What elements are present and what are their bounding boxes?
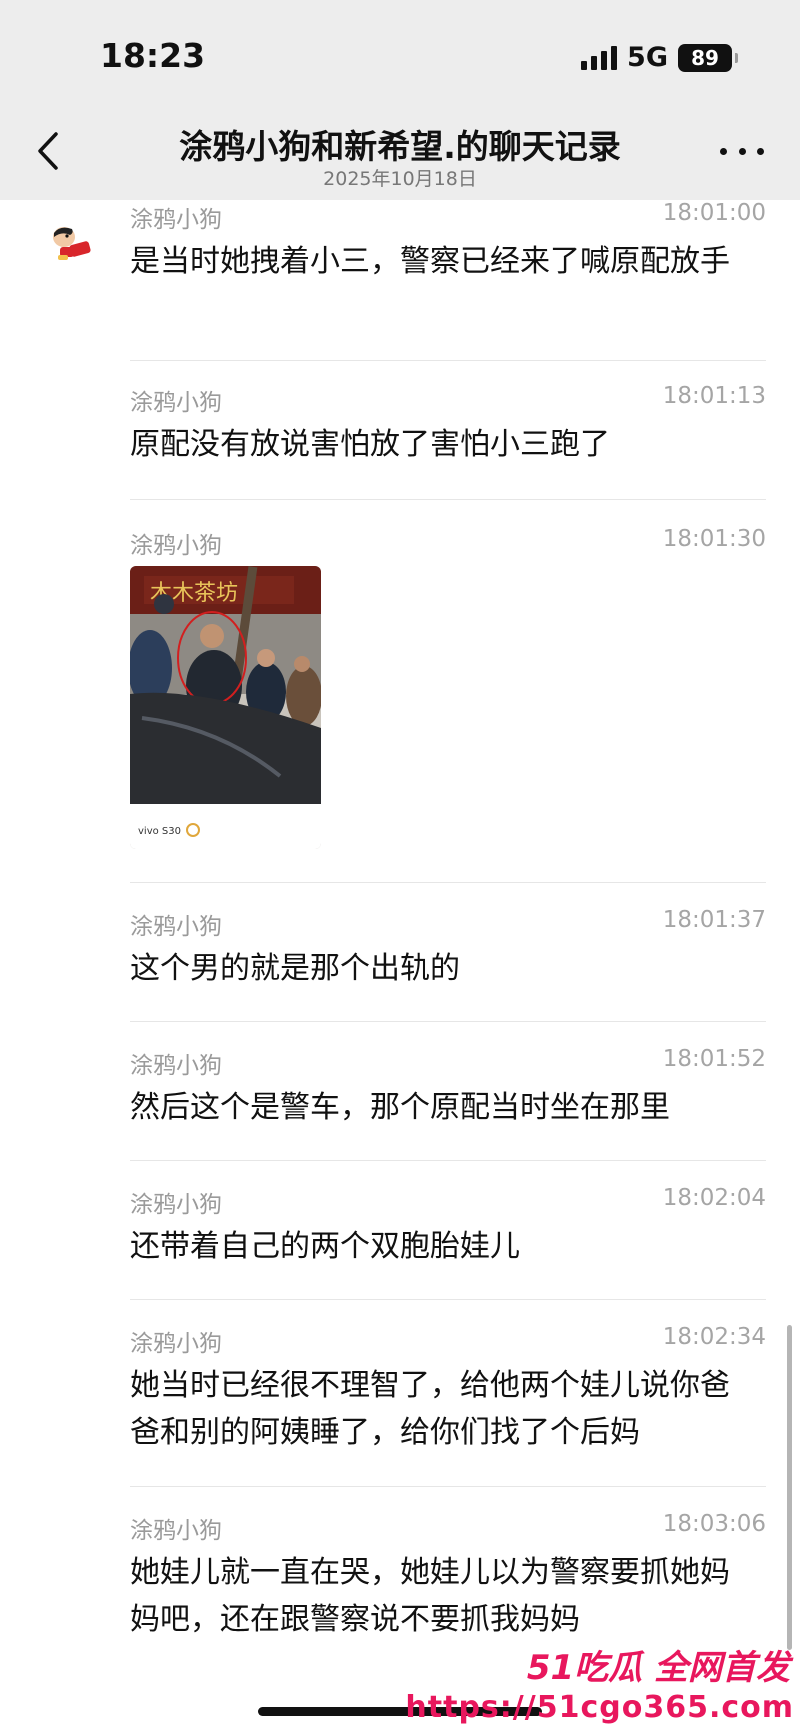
message-item[interactable]: 涂鸦小狗 18:01:00 是当时她拽着小三，警察已经来了喊原配放手 [130, 200, 766, 361]
network-label: 5G [627, 42, 668, 73]
signal-icon [581, 45, 618, 70]
message-sender: 涂鸦小狗 [130, 533, 222, 559]
message-sender: 涂鸦小狗 [130, 207, 222, 233]
page-title: 涂鸦小狗和新希望.的聊天记录 [179, 127, 621, 166]
message-text: 然后这个是警车，那个原配当时坐在那里 [130, 1090, 670, 1125]
page-date: 2025年10月18日 [323, 168, 477, 190]
message-time: 18:01:30 [662, 526, 766, 552]
back-button[interactable] [28, 126, 68, 176]
message-text: 她娃儿就一直在哭，她娃儿以为警察要抓她妈妈吧，还在跟警察说不要抓我妈妈 [130, 1555, 730, 1637]
message-photo[interactable]: 木木茶坊 vivo S30 [130, 566, 321, 849]
message-time: 18:02:34 [662, 1324, 766, 1350]
watermark-url: https://51cgo365.com [405, 1690, 794, 1725]
message-item[interactable]: 涂鸦小狗 18:01:30 木木茶坊 vivo S30 [130, 500, 766, 883]
message-time: 18:01:13 [662, 383, 766, 409]
chevron-left-icon [38, 132, 58, 170]
status-indicators: 5G 89 [581, 42, 738, 73]
message-sender: 涂鸦小狗 [130, 1331, 222, 1357]
message-text: 这个男的就是那个出轨的 [130, 951, 460, 986]
message-time: 18:03:06 [662, 1511, 766, 1537]
message-item[interactable]: 涂鸦小狗 18:01:37 这个男的就是那个出轨的 [130, 883, 766, 1022]
message-time: 18:01:00 [662, 200, 766, 226]
message-item[interactable]: 涂鸦小狗 18:02:34 她当时已经很不理智了，给他两个娃儿说你爸爸和别的阿姨… [130, 1300, 766, 1487]
photo-caption: vivo S30 [138, 826, 181, 837]
header-bar: 18:23 5G 89 涂鸦小狗和新希望.的聊天记录 2025年10月18日 [0, 0, 800, 200]
message-time: 18:01:52 [662, 1046, 766, 1072]
battery-icon: 89 [678, 43, 738, 72]
message-item[interactable]: 涂鸦小狗 18:01:52 然后这个是警车，那个原配当时坐在那里 [130, 1022, 766, 1161]
message-item[interactable]: 涂鸦小狗 18:01:13 原配没有放说害怕放了害怕小三跑了 [130, 361, 766, 500]
message-sender: 涂鸦小狗 [130, 390, 222, 416]
message-sender: 涂鸦小狗 [130, 1518, 222, 1544]
message-time: 18:01:37 [662, 907, 766, 933]
message-sender: 涂鸦小狗 [130, 1053, 222, 1079]
status-time: 18:23 [100, 36, 206, 75]
message-sender: 涂鸦小狗 [130, 914, 222, 940]
message-sender: 涂鸦小狗 [130, 1192, 222, 1218]
message-time: 18:02:04 [662, 1185, 766, 1211]
message-text: 她当时已经很不理智了，给他两个娃儿说你爸爸和别的阿姨睡了，给你们找了个后妈 [130, 1368, 730, 1450]
scrollbar[interactable] [787, 1325, 792, 1650]
more-button[interactable] [720, 136, 764, 166]
battery-level: 89 [691, 45, 719, 70]
message-text: 还带着自己的两个双胞胎娃儿 [130, 1229, 520, 1264]
more-dots-icon [720, 147, 727, 155]
message-item[interactable]: 涂鸦小狗 18:02:04 还带着自己的两个双胞胎娃儿 [130, 1161, 766, 1300]
message-text: 是当时她拽着小三，警察已经来了喊原配放手 [130, 244, 730, 279]
message-list[interactable]: 涂鸦小狗 18:01:00 是当时她拽着小三，警察已经来了喊原配放手 涂鸦小狗 … [0, 200, 800, 1683]
message-text: 原配没有放说害怕放了害怕小三跑了 [130, 427, 610, 462]
watermark-logo: 51吃瓜 全网首发 [526, 1648, 790, 1688]
